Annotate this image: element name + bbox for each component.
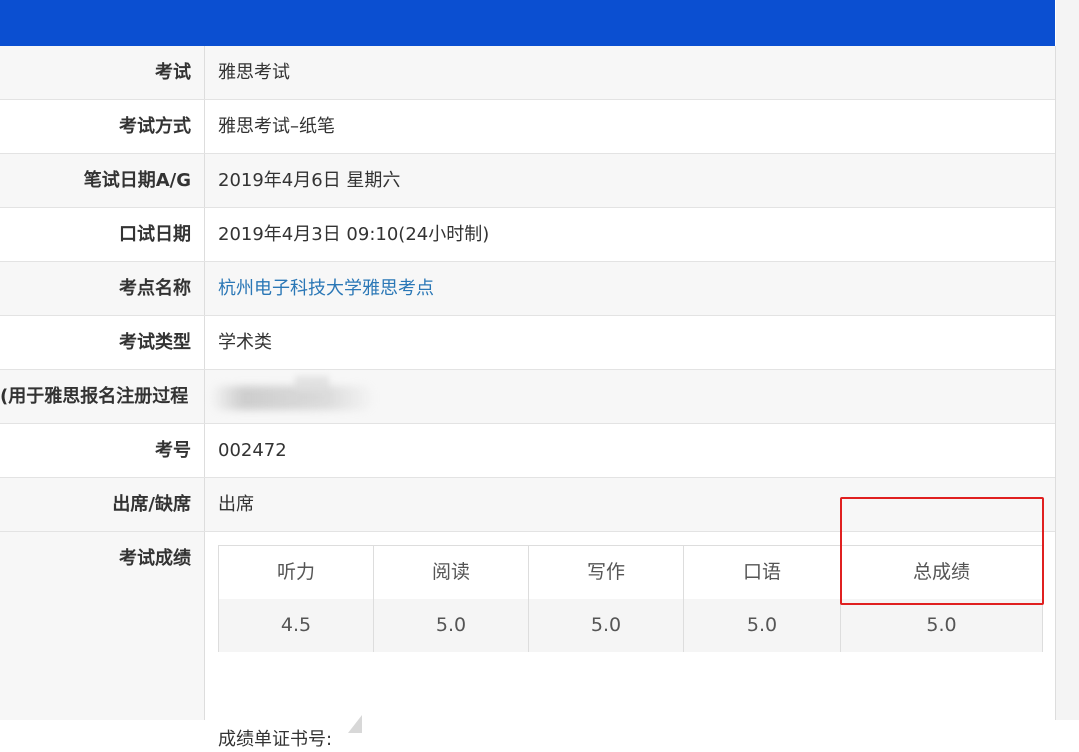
row-label: 笔试日期A/G (0, 154, 205, 207)
right-margin (1056, 0, 1079, 720)
row-registration-id: 用于雅思报名注册过程) (0, 370, 1055, 424)
score-reading: 5.0 (374, 599, 529, 652)
score-speaking: 5.0 (684, 599, 841, 652)
row-written-date: 笔试日期A/G 2019年4月6日 星期六 (0, 154, 1055, 208)
row-value: 2019年4月6日 星期六 (218, 170, 401, 191)
score-writing: 5.0 (529, 599, 684, 652)
row-value: 雅思考试 (218, 62, 290, 83)
score-value-row: 4.5 5.0 5.0 5.0 5.0 (219, 599, 1042, 652)
certificate-number-label: 成绩单证书号: (218, 729, 333, 750)
overall-score-highlight (840, 497, 1044, 605)
exam-info-table: 考试 雅思考试 考试方式 雅思考试–纸笔 笔试日期A/G 2019年4月6日 星… (0, 46, 1056, 750)
row-candidate-number: 考号 002472 (0, 424, 1055, 478)
row-label: 出席/缺席 (0, 478, 205, 531)
row-label: 考试方式 (0, 100, 205, 153)
row-label: 考试类型 (0, 316, 205, 369)
row-exam-method: 考试方式 雅思考试–纸笔 (0, 100, 1055, 154)
score-overall: 5.0 (926, 614, 957, 636)
row-test-center: 考点名称 杭州电子科技大学雅思考点 (0, 262, 1055, 316)
row-value: 雅思考试–纸笔 (218, 116, 335, 137)
score-header-writing: 写作 (529, 546, 684, 599)
row-speaking-date: 口试日期 2019年4月3日 09:10(24小时制) (0, 208, 1055, 262)
redacted-value (210, 386, 375, 410)
row-label: 考试 (0, 46, 205, 99)
row-label: 考号 (0, 424, 205, 477)
row-label: 用于雅思报名注册过程) (0, 370, 205, 423)
header-bar (0, 0, 1055, 46)
row-label: 考点名称 (0, 262, 205, 315)
row-exam: 考试 雅思考试 (0, 46, 1055, 100)
redacted-value (295, 376, 329, 392)
row-value: 出席 (218, 494, 254, 515)
row-value: 2019年4月3日 09:10(24小时制) (218, 224, 490, 245)
score-header-reading: 阅读 (374, 546, 529, 599)
score-listening: 4.5 (219, 599, 374, 652)
row-label: 考试成绩 (0, 532, 205, 720)
row-exam-type: 考试类型 学术类 (0, 316, 1055, 370)
score-header-speaking: 口语 (684, 546, 841, 599)
row-value: 学术类 (218, 332, 272, 353)
score-header-listening: 听力 (219, 546, 374, 599)
row-label: 口试日期 (0, 208, 205, 261)
test-center-link[interactable]: 杭州电子科技大学雅思考点 (218, 262, 434, 315)
cert-mark (348, 715, 362, 733)
row-value: 002472 (218, 440, 287, 461)
